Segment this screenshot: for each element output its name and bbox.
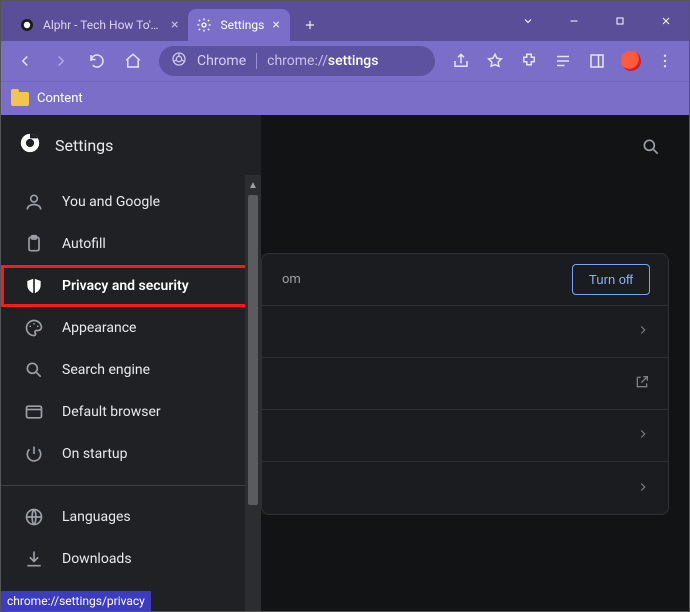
sidebar-item-label: Autofill [62, 236, 106, 252]
caret-down-icon[interactable] [505, 1, 551, 41]
sidebar-item-on-startup[interactable]: On startup [1, 433, 261, 475]
settings-sidebar: Settings You and Google Autofill Privacy… [1, 115, 261, 611]
tab-strip: Alphr - Tech How To's & G × Settings × [1, 9, 324, 41]
back-button[interactable] [9, 45, 41, 77]
card-row-4[interactable] [262, 462, 668, 514]
sidebar-item-label: Appearance [62, 320, 136, 336]
close-window-button[interactable] [643, 1, 689, 41]
sidebar-item-languages[interactable]: Languages [1, 496, 261, 538]
separator [256, 53, 257, 69]
sidebar-item-label: Downloads [62, 551, 132, 567]
toolbar-right [445, 45, 681, 77]
new-tab-button[interactable] [296, 11, 324, 39]
chevron-right-icon [636, 426, 650, 445]
close-icon[interactable]: × [272, 17, 279, 33]
card-row-2[interactable] [262, 358, 668, 410]
reading-list-icon[interactable] [547, 45, 579, 77]
card-row-sync[interactable]: om Turn off [262, 254, 668, 306]
tab-alphr[interactable]: Alphr - Tech How To's & G × [11, 9, 188, 41]
scroll-thumb[interactable] [248, 195, 258, 505]
clipboard-icon [24, 234, 44, 254]
address-bar[interactable]: Chrome chrome://settings [159, 46, 435, 76]
settings-header: Settings [1, 115, 261, 175]
alphr-favicon-icon [19, 17, 35, 33]
globe-icon [24, 507, 44, 527]
sidebar-item-label: Search engine [62, 362, 150, 378]
folder-icon [11, 92, 29, 106]
turn-off-button[interactable]: Turn off [572, 264, 650, 295]
settings-main: om Turn off [261, 115, 689, 611]
home-button[interactable] [117, 45, 149, 77]
card-row-3[interactable] [262, 410, 668, 462]
shield-icon [24, 276, 44, 296]
bookmark-item[interactable]: Content [37, 91, 83, 106]
download-icon [24, 549, 44, 569]
bookmark-star-icon[interactable] [479, 45, 511, 77]
open-in-new-icon [634, 374, 650, 394]
sidebar-list: You and Google Autofill Privacy and secu… [1, 175, 261, 586]
minimize-button[interactable] [551, 1, 597, 41]
side-panel-icon[interactable] [581, 45, 613, 77]
sidebar-scrollbar[interactable]: ▲ [245, 175, 261, 611]
maximize-button[interactable] [597, 1, 643, 41]
settings-card: om Turn off [261, 253, 669, 515]
sidebar-item-default-browser[interactable]: Default browser [1, 391, 261, 433]
search-settings-button[interactable] [635, 131, 667, 163]
divider [1, 485, 245, 486]
scroll-up-icon[interactable]: ▲ [245, 177, 261, 193]
chevron-right-icon [636, 479, 650, 498]
sidebar-item-label: Privacy and security [62, 278, 189, 294]
tab-settings[interactable]: Settings × [188, 9, 289, 41]
card-row-1[interactable] [262, 306, 668, 358]
share-icon[interactable] [445, 45, 477, 77]
sidebar-item-label: You and Google [62, 194, 160, 210]
tab-label: Settings [220, 18, 264, 32]
row-text: om [280, 272, 301, 287]
url-text: chrome://settings [267, 53, 378, 69]
settings-app: Settings You and Google Autofill Privacy… [1, 115, 689, 611]
sidebar-item-autofill[interactable]: Autofill [1, 223, 261, 265]
sidebar-item-you-and-google[interactable]: You and Google [1, 181, 261, 223]
kebab-menu-icon[interactable] [649, 45, 681, 77]
settings-title: Settings [55, 136, 113, 155]
gear-icon [196, 17, 212, 33]
power-icon [24, 444, 44, 464]
chrome-icon [171, 51, 187, 71]
profile-avatar[interactable] [615, 45, 647, 77]
sidebar-item-downloads[interactable]: Downloads [1, 538, 261, 580]
status-text: chrome://settings/privacy [7, 594, 145, 608]
palette-icon [24, 318, 44, 338]
avatar-icon [621, 51, 641, 71]
sidebar-item-search-engine[interactable]: Search engine [1, 349, 261, 391]
chrome-logo-icon [19, 132, 41, 158]
status-bar: chrome://settings/privacy [1, 591, 151, 611]
extensions-icon[interactable] [513, 45, 545, 77]
sidebar-item-appearance[interactable]: Appearance [1, 307, 261, 349]
window-controls [505, 1, 689, 41]
bookmarks-bar: Content [1, 81, 689, 115]
person-icon [24, 192, 44, 212]
reload-button[interactable] [81, 45, 113, 77]
scheme-label: Chrome [197, 53, 246, 69]
sidebar-item-label: Default browser [62, 404, 161, 420]
toolbar: Chrome chrome://settings [1, 41, 689, 81]
window-titlebar: Alphr - Tech How To's & G × Settings × [1, 1, 689, 41]
forward-button[interactable] [45, 45, 77, 77]
browser-icon [24, 402, 44, 422]
close-icon[interactable]: × [171, 17, 178, 33]
sidebar-item-privacy-and-security[interactable]: Privacy and security [1, 265, 261, 307]
search-icon [24, 360, 44, 380]
sidebar-item-label: Languages [62, 509, 131, 525]
sidebar-item-label: On startup [62, 446, 128, 462]
tab-label: Alphr - Tech How To's & G [43, 18, 163, 32]
chevron-right-icon [636, 322, 650, 341]
